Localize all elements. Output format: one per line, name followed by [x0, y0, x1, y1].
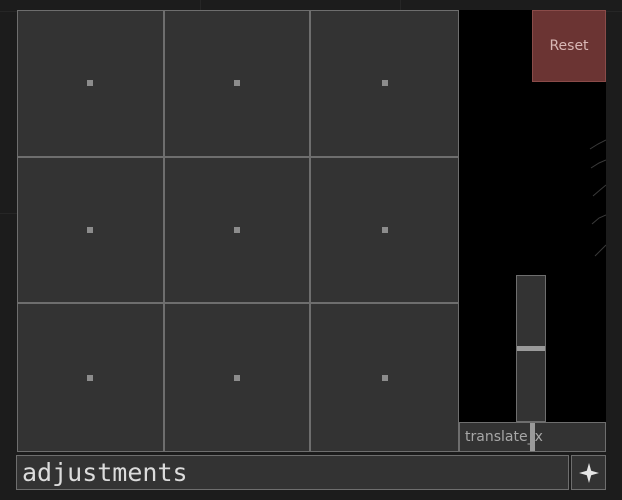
cell-marker — [381, 374, 388, 381]
translate-x-slider-handle[interactable] — [530, 423, 535, 451]
cell-marker — [381, 80, 388, 87]
vertical-slider[interactable] — [516, 275, 546, 422]
cell-marker — [233, 374, 240, 381]
cell-marker — [381, 226, 388, 233]
grid-cell-middle-left[interactable] — [18, 157, 165, 305]
cell-marker — [87, 80, 94, 87]
cell-marker — [87, 374, 94, 381]
grid-cell-top-right[interactable] — [311, 11, 458, 158]
grid-cell-top-center[interactable] — [164, 11, 312, 158]
command-input[interactable]: adjustments — [16, 455, 569, 490]
translate-x-slider[interactable]: translate_x — [459, 422, 606, 452]
grid-cell-bottom-center[interactable] — [164, 304, 312, 451]
grid-cell-center[interactable] — [164, 157, 312, 305]
position-grid — [17, 10, 459, 452]
four-point-star-icon — [578, 462, 599, 483]
control-panel: Reset translate_x — [459, 10, 606, 452]
cell-marker — [233, 226, 240, 233]
cell-marker — [233, 80, 240, 87]
grid-cell-middle-right[interactable] — [311, 157, 458, 305]
cell-marker — [87, 226, 94, 233]
grid-cell-bottom-right[interactable] — [311, 304, 458, 451]
grid-cell-bottom-left[interactable] — [18, 304, 165, 451]
vertical-slider-handle[interactable] — [517, 346, 545, 351]
submit-button[interactable] — [571, 455, 606, 490]
grid-cell-top-left[interactable] — [18, 11, 165, 158]
reset-button[interactable]: Reset — [532, 10, 606, 82]
